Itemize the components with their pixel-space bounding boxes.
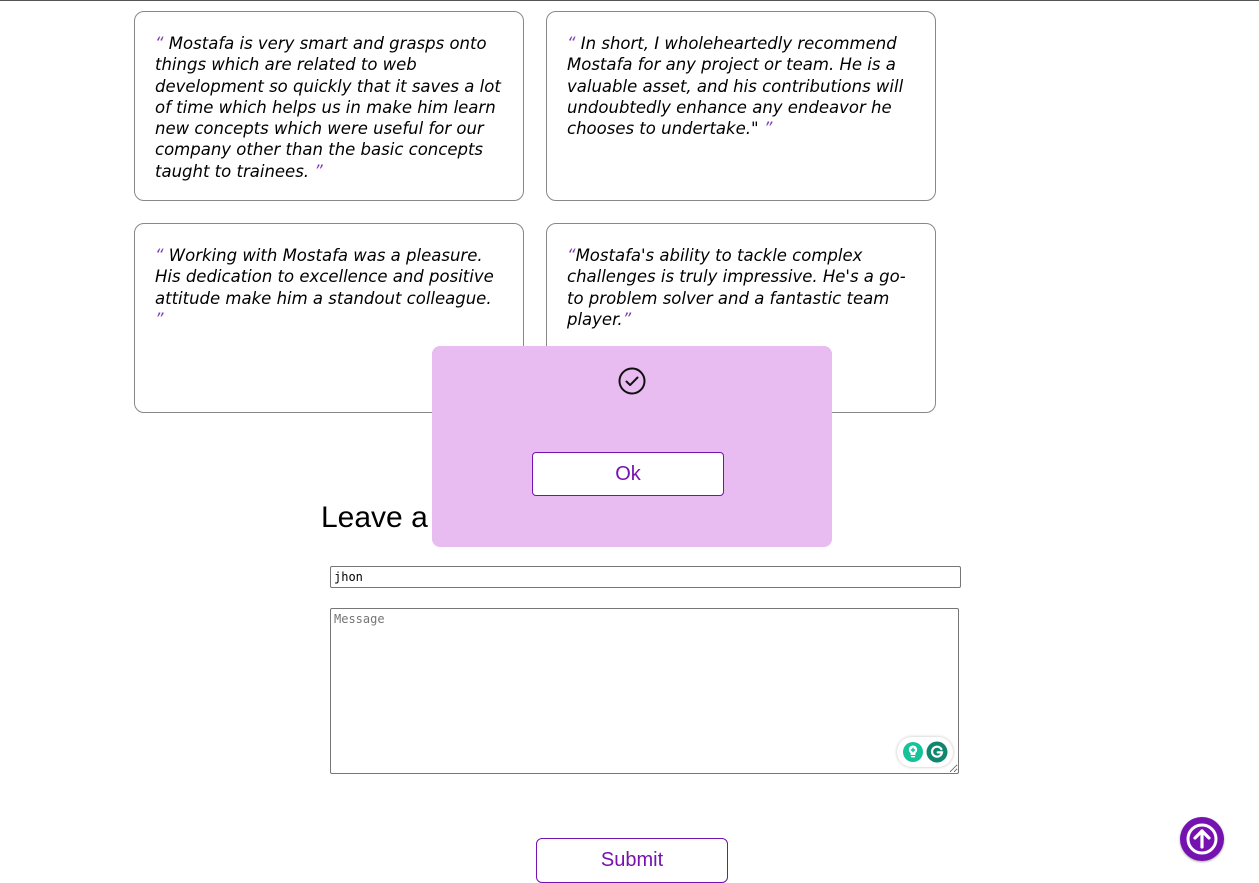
testimonial-text: “Mostafa's ability to tackle complex cha… [567, 245, 915, 330]
testimonial-text: “ Working with Mostafa was a pleasure. H… [155, 245, 503, 330]
close-quote: ” [763, 119, 773, 139]
testimonial-body: Working with Mostafa was a pleasure. His… [155, 246, 494, 308]
open-quote: “ [155, 34, 164, 53]
arrow-up-icon [1186, 823, 1218, 855]
open-quote: “ [567, 246, 576, 265]
top-divider [0, 0, 1259, 1]
scroll-to-top-button[interactable] [1180, 817, 1224, 861]
message-textarea[interactable] [330, 608, 959, 774]
testimonial-text: “ In short, I wholeheartedly recommend M… [567, 33, 915, 139]
check-circle-icon [618, 367, 646, 395]
name-input[interactable] [330, 566, 961, 588]
testimonial-text: “ Mostafa is very smart and grasps onto … [155, 33, 503, 182]
testimonial-body: Mostafa's ability to tackle complex chal… [567, 246, 906, 329]
grammarly-logo-icon[interactable] [926, 741, 948, 763]
grammarly-widget[interactable] [897, 737, 953, 767]
submit-button[interactable]: Submit [536, 838, 728, 883]
close-quote: ” [314, 161, 323, 181]
testimonial-body: In short, I wholeheartedly recommend Mos… [567, 34, 904, 139]
testimonial-card-2: “ In short, I wholeheartedly recommend M… [546, 11, 936, 201]
success-dialog: Ok [432, 346, 832, 547]
testimonial-card-1: “ Mostafa is very smart and grasps onto … [134, 11, 524, 201]
ok-button[interactable]: Ok [532, 452, 724, 496]
close-quote: ” [155, 309, 164, 329]
close-quote: ” [622, 309, 632, 329]
lightbulb-icon[interactable] [902, 741, 924, 763]
open-quote: “ [567, 34, 576, 53]
testimonial-body: Mostafa is very smart and grasps onto th… [155, 34, 501, 181]
open-quote: “ [155, 246, 164, 265]
contact-heading: Leave a [321, 501, 428, 534]
